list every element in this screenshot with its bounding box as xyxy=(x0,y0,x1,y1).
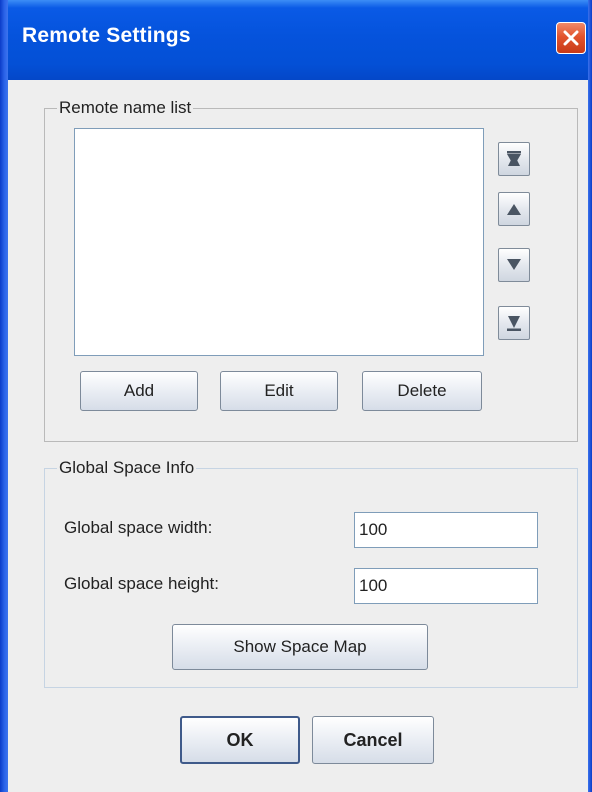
close-icon xyxy=(563,30,579,46)
move-to-bottom-icon xyxy=(507,316,521,331)
cancel-button[interactable]: Cancel xyxy=(312,716,434,764)
move-down-button[interactable] xyxy=(498,248,530,282)
move-up-button[interactable] xyxy=(498,192,530,226)
move-down-icon xyxy=(507,259,521,270)
move-to-top-icon xyxy=(507,151,521,166)
remote-name-listbox[interactable] xyxy=(74,128,484,356)
remote-settings-dialog: Remote Settings Remote name list Add Edi… xyxy=(0,0,592,792)
move-to-bottom-button[interactable] xyxy=(498,306,530,340)
global-space-height-field[interactable]: 100 xyxy=(354,568,538,604)
global-space-width-field[interactable]: 100 xyxy=(354,512,538,548)
global-space-width-label: Global space width: xyxy=(64,518,213,537)
close-button[interactable] xyxy=(556,22,586,54)
window-frame-right xyxy=(588,0,592,792)
window-frame-left xyxy=(0,0,8,792)
global-space-info-legend: Global Space Info xyxy=(59,458,195,477)
dialog-content: Remote name list Add Edit Delete Global … xyxy=(8,80,588,792)
window-title: Remote Settings xyxy=(22,24,191,47)
remote-name-list-legend: Remote name list xyxy=(59,98,192,117)
move-up-icon xyxy=(507,204,521,215)
delete-button[interactable]: Delete xyxy=(362,371,482,411)
show-space-map-button[interactable]: Show Space Map xyxy=(172,624,428,670)
edit-button[interactable]: Edit xyxy=(220,371,338,411)
title-bar[interactable]: Remote Settings xyxy=(0,0,592,80)
global-space-height-label: Global space height: xyxy=(64,574,219,593)
ok-button[interactable]: OK xyxy=(180,716,300,764)
add-button[interactable]: Add xyxy=(80,371,198,411)
move-to-top-button[interactable] xyxy=(498,142,530,176)
